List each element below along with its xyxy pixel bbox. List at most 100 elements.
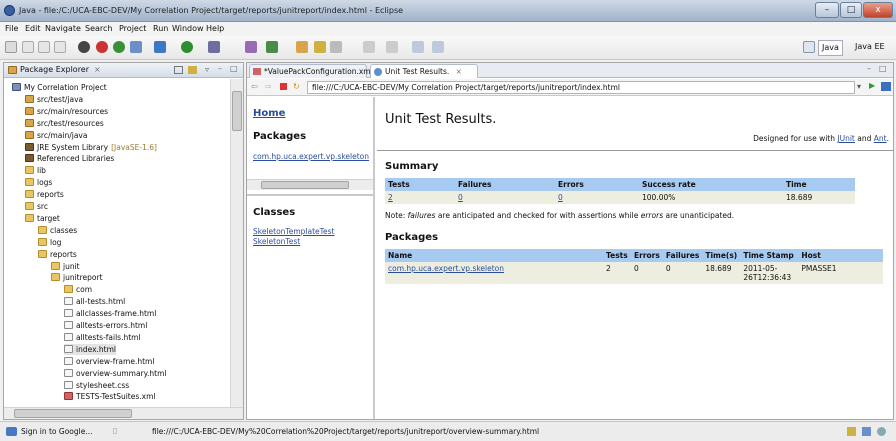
menu-project[interactable]: Project	[119, 24, 146, 33]
sign-in-link[interactable]: Sign in to Google...	[21, 427, 92, 436]
tree-item[interactable]: src/main/resources	[25, 106, 108, 117]
tree-item[interactable]: My Correlation Project	[12, 82, 107, 93]
tree-item[interactable]: lib	[25, 165, 46, 176]
print-icon[interactable]	[54, 41, 66, 53]
status-tool-icon[interactable]	[847, 427, 856, 436]
url-dropdown-icon[interactable]: ▾	[857, 82, 861, 91]
close-tab-icon[interactable]: ×	[456, 67, 462, 76]
go-icon[interactable]: ▶	[869, 81, 875, 90]
tab-unit-test-results[interactable]: Unit Test Results. ×	[370, 64, 478, 78]
package-explorer-tab[interactable]: Package Explorer	[20, 65, 89, 74]
tree-item[interactable]: src/main/java	[25, 130, 87, 141]
tree-item[interactable]: log	[38, 237, 61, 248]
next-annotation-icon[interactable]	[363, 41, 375, 53]
close-view-icon[interactable]: ×	[94, 65, 101, 74]
tree-item[interactable]: target	[25, 213, 60, 224]
url-input[interactable]: file:///C:/UCA-EBC-DEV/My Correlation Pr…	[307, 81, 855, 94]
tree-item[interactable]: logs	[25, 177, 52, 188]
tree-item[interactable]: allclasses-frame.html	[64, 308, 156, 319]
tree-hscroll-thumb[interactable]	[14, 409, 132, 418]
tree-item[interactable]: alltests-errors.html	[64, 320, 147, 331]
maximize-editor-icon[interactable]: □	[879, 64, 887, 73]
save-icon[interactable]	[22, 41, 34, 53]
tree-item[interactable]: overview-summary.html	[64, 368, 167, 379]
tree-item[interactable]: all-tests.html	[64, 296, 125, 307]
new-icon[interactable]	[5, 41, 17, 53]
search-icon[interactable]	[314, 41, 326, 53]
forward-arrow-icon[interactable]: ⇨	[265, 82, 272, 91]
tree-vertical-scrollbar[interactable]	[230, 79, 243, 407]
refresh-icon[interactable]: ↻	[293, 82, 300, 91]
tree-item[interactable]: TESTS-TestSuites.xml	[64, 391, 155, 402]
package-row-link[interactable]: com.hp.uca.expert.vp.skeleton	[388, 264, 504, 273]
maximize-view-icon[interactable]: □	[230, 64, 238, 73]
run-icon[interactable]	[181, 41, 193, 53]
status-globe-icon[interactable]	[877, 427, 886, 436]
tree-item[interactable]: index.html	[64, 343, 116, 355]
minimize-view-icon[interactable]: –	[218, 64, 222, 73]
minimize-editor-icon[interactable]: –	[867, 64, 871, 73]
tree-item[interactable]: overview-frame.html	[64, 356, 154, 367]
tree-item[interactable]: junit	[51, 261, 80, 272]
stop-loading-icon[interactable]	[280, 83, 287, 90]
stop-icon[interactable]	[96, 41, 108, 53]
open-browser-icon[interactable]	[881, 82, 891, 91]
menu-window[interactable]: Window	[172, 24, 204, 33]
summary-tests-link[interactable]: 2	[388, 193, 393, 202]
tree-item[interactable]: junitreport	[51, 272, 103, 283]
nav-hscrollbar[interactable]	[247, 179, 373, 190]
forward-icon[interactable]	[432, 41, 444, 53]
class-link-skeleton-test[interactable]: SkeletonTest	[253, 237, 300, 246]
open-perspective-icon[interactable]	[803, 41, 815, 53]
home-link[interactable]: Home	[253, 108, 285, 119]
perspective-java[interactable]: Java	[818, 40, 843, 56]
maximize-button[interactable]: □	[840, 2, 862, 18]
tree-item[interactable]: src/test/resources	[25, 118, 104, 129]
link-editor-icon[interactable]	[188, 66, 197, 74]
tree-item[interactable]: com	[64, 284, 92, 295]
perspective-javaee[interactable]: Java EE	[852, 40, 888, 56]
tree-item[interactable]: JRE System Library [JavaSE-1.6]	[25, 142, 157, 153]
tab-value-pack-configuration[interactable]: *ValuePackConfiguration.xml	[249, 64, 373, 78]
junit-link[interactable]: JUnit	[837, 134, 854, 143]
new-class-icon[interactable]	[245, 41, 257, 53]
menu-search[interactable]: Search	[85, 24, 112, 33]
debug-icon[interactable]	[78, 41, 90, 53]
tree-item[interactable]: src	[25, 201, 48, 212]
summary-errors-link[interactable]: 0	[558, 193, 563, 202]
tree-horizontal-scrollbar[interactable]	[4, 407, 243, 419]
tree-item[interactable]: classes	[38, 225, 77, 236]
external-tools-icon[interactable]	[208, 41, 220, 53]
tree-scroll-thumb[interactable]	[232, 91, 242, 131]
ant-link[interactable]: Ant	[874, 134, 887, 143]
debug-run-icon[interactable]	[154, 41, 166, 53]
collapse-all-icon[interactable]	[174, 66, 183, 74]
save-all-icon[interactable]	[38, 41, 50, 53]
nav-package-link[interactable]: com.hp.uca.expert.vp.skeleton	[253, 152, 369, 161]
menu-navigate[interactable]: Navigate	[45, 24, 81, 33]
menu-help[interactable]: Help	[206, 24, 224, 33]
prev-annotation-icon[interactable]	[386, 41, 398, 53]
tree-item[interactable]: reports	[38, 249, 77, 260]
tree-item[interactable]: stylesheet.css	[64, 380, 129, 391]
tree-item[interactable]: reports	[25, 189, 64, 200]
view-menu-icon[interactable]: ▿	[205, 65, 209, 74]
class-link-skeleton-template-test[interactable]: SkeletonTemplateTest	[253, 227, 334, 236]
coverage-icon[interactable]	[113, 41, 125, 53]
open-type-icon[interactable]	[296, 41, 308, 53]
tree-item[interactable]: Referenced Libraries	[25, 153, 114, 164]
close-button[interactable]: x	[863, 2, 893, 18]
minimize-button[interactable]: –	[815, 2, 839, 18]
summary-failures-link[interactable]: 0	[458, 193, 463, 202]
new-package-icon[interactable]	[266, 41, 278, 53]
status-progress-icon[interactable]	[862, 427, 871, 436]
menu-run[interactable]: Run	[153, 24, 168, 33]
back-icon[interactable]	[412, 41, 424, 53]
tree-item[interactable]: src/test/java	[25, 94, 83, 105]
nav-hscroll-thumb[interactable]	[261, 181, 349, 189]
pen-icon[interactable]	[330, 41, 342, 53]
back-arrow-icon[interactable]: ⇦	[251, 82, 258, 91]
menu-file[interactable]: File	[5, 24, 18, 33]
menu-edit[interactable]: Edit	[25, 24, 41, 33]
frame-divider[interactable]	[247, 194, 373, 196]
